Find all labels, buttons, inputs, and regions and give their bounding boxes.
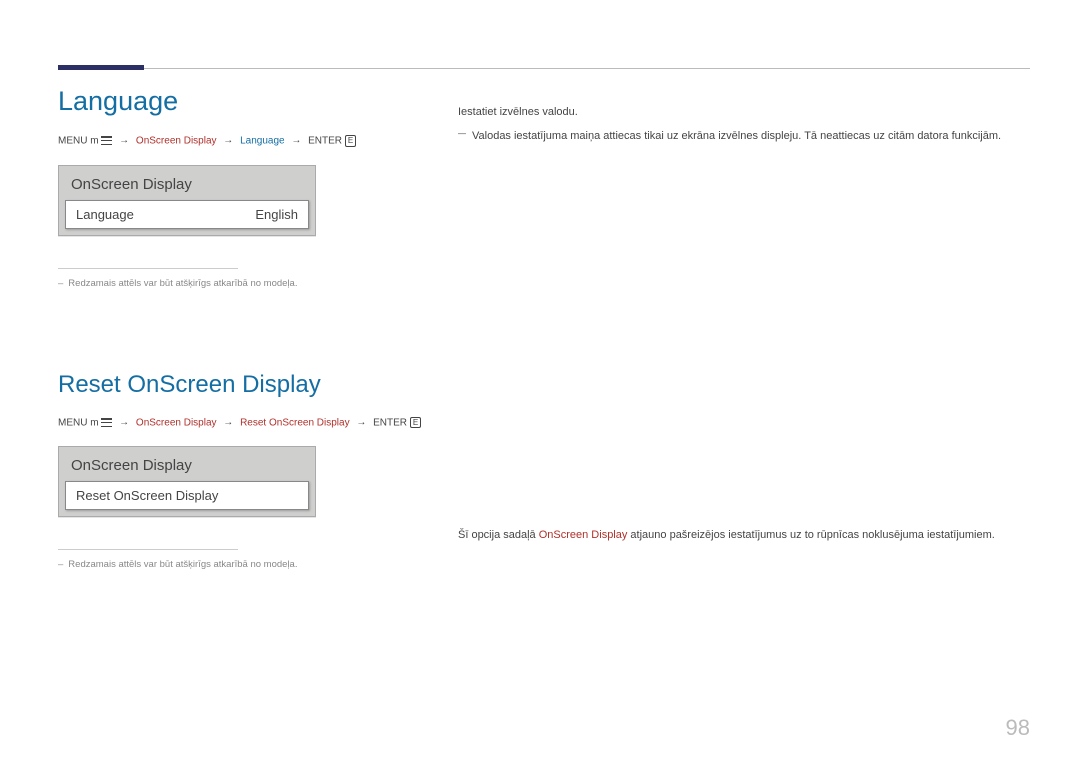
menu-icon — [101, 418, 112, 427]
top-divider — [58, 68, 1030, 69]
enter-icon: E — [410, 417, 421, 429]
bc-menu-m: m — [90, 417, 98, 428]
reset-section: Reset OnScreen Display MENU m → OnScreen… — [58, 371, 428, 573]
language-desc-line1: Iestatiet izvēlnes valodu. — [458, 104, 1030, 122]
panel-header: OnScreen Display — [59, 447, 315, 481]
bc-osd1: OnScreen Display — [136, 417, 217, 428]
bc-enter-label: ENTER — [373, 417, 407, 428]
language-desc-note: Valodas iestatījuma maiņa attiecas tikai… — [458, 128, 1030, 146]
reset-desc-b: OnScreen Display — [539, 529, 628, 541]
reset-heading: Reset OnScreen Display — [58, 371, 428, 399]
bc-enter-label: ENTER — [308, 135, 342, 146]
arrow-right-icon: → — [356, 417, 366, 428]
left-column: Language MENU m → OnScreen Display → Lan… — [58, 86, 458, 573]
footnote-divider — [58, 549, 238, 550]
dash-icon: – — [58, 559, 63, 570]
reset-osd-panel: OnScreen Display Reset OnScreen Display — [58, 446, 316, 517]
bc-menu-label: MENU — [58, 135, 87, 146]
arrow-right-icon: → — [119, 135, 129, 146]
arrow-right-icon: → — [223, 135, 233, 146]
language-heading: Language — [58, 86, 428, 117]
arrow-right-icon: → — [223, 417, 233, 428]
reset-row[interactable]: Reset OnScreen Display — [65, 481, 309, 510]
enter-icon: E — [345, 135, 356, 147]
panel-header: OnScreen Display — [59, 166, 315, 200]
dash-icon: – — [58, 278, 63, 289]
bc-menu-label: MENU — [58, 417, 87, 428]
row-label: Reset OnScreen Display — [76, 488, 218, 503]
language-breadcrumb: MENU m → OnScreen Display → Language → E… — [58, 135, 428, 147]
top-divider-accent — [58, 65, 144, 70]
language-osd-panel: OnScreen Display Language English — [58, 165, 316, 236]
reset-right-block: Šī opcija sadaļā OnScreen Display atjaun… — [458, 415, 1030, 545]
row-value: English — [255, 207, 298, 222]
right-column: Iestatiet izvēlnes valodu. Valodas iesta… — [458, 86, 1030, 573]
reset-desc-c: atjauno pašreizējos iestatījumus uz to r… — [627, 529, 994, 541]
reset-desc-a: Šī opcija sadaļā — [458, 529, 539, 541]
bc-osd: OnScreen Display — [136, 135, 217, 146]
language-footnote: –Redzamais attēls var būt atšķirīgs atka… — [58, 277, 428, 291]
menu-icon — [101, 136, 112, 145]
bc-osd2: Reset OnScreen Display — [240, 417, 350, 428]
row-label: Language — [76, 207, 134, 222]
arrow-right-icon: → — [291, 135, 301, 146]
page-number: 98 — [1006, 715, 1030, 741]
page-body: Language MENU m → OnScreen Display → Lan… — [58, 58, 1030, 573]
bc-current: Language — [240, 135, 285, 146]
language-row[interactable]: Language English — [65, 200, 309, 229]
footnote-divider — [58, 268, 238, 269]
arrow-right-icon: → — [119, 417, 129, 428]
reset-footnote: –Redzamais attēls var būt atšķirīgs atka… — [58, 558, 428, 572]
reset-breadcrumb: MENU m → OnScreen Display → Reset OnScre… — [58, 417, 428, 429]
bc-menu-m: m — [90, 135, 98, 146]
